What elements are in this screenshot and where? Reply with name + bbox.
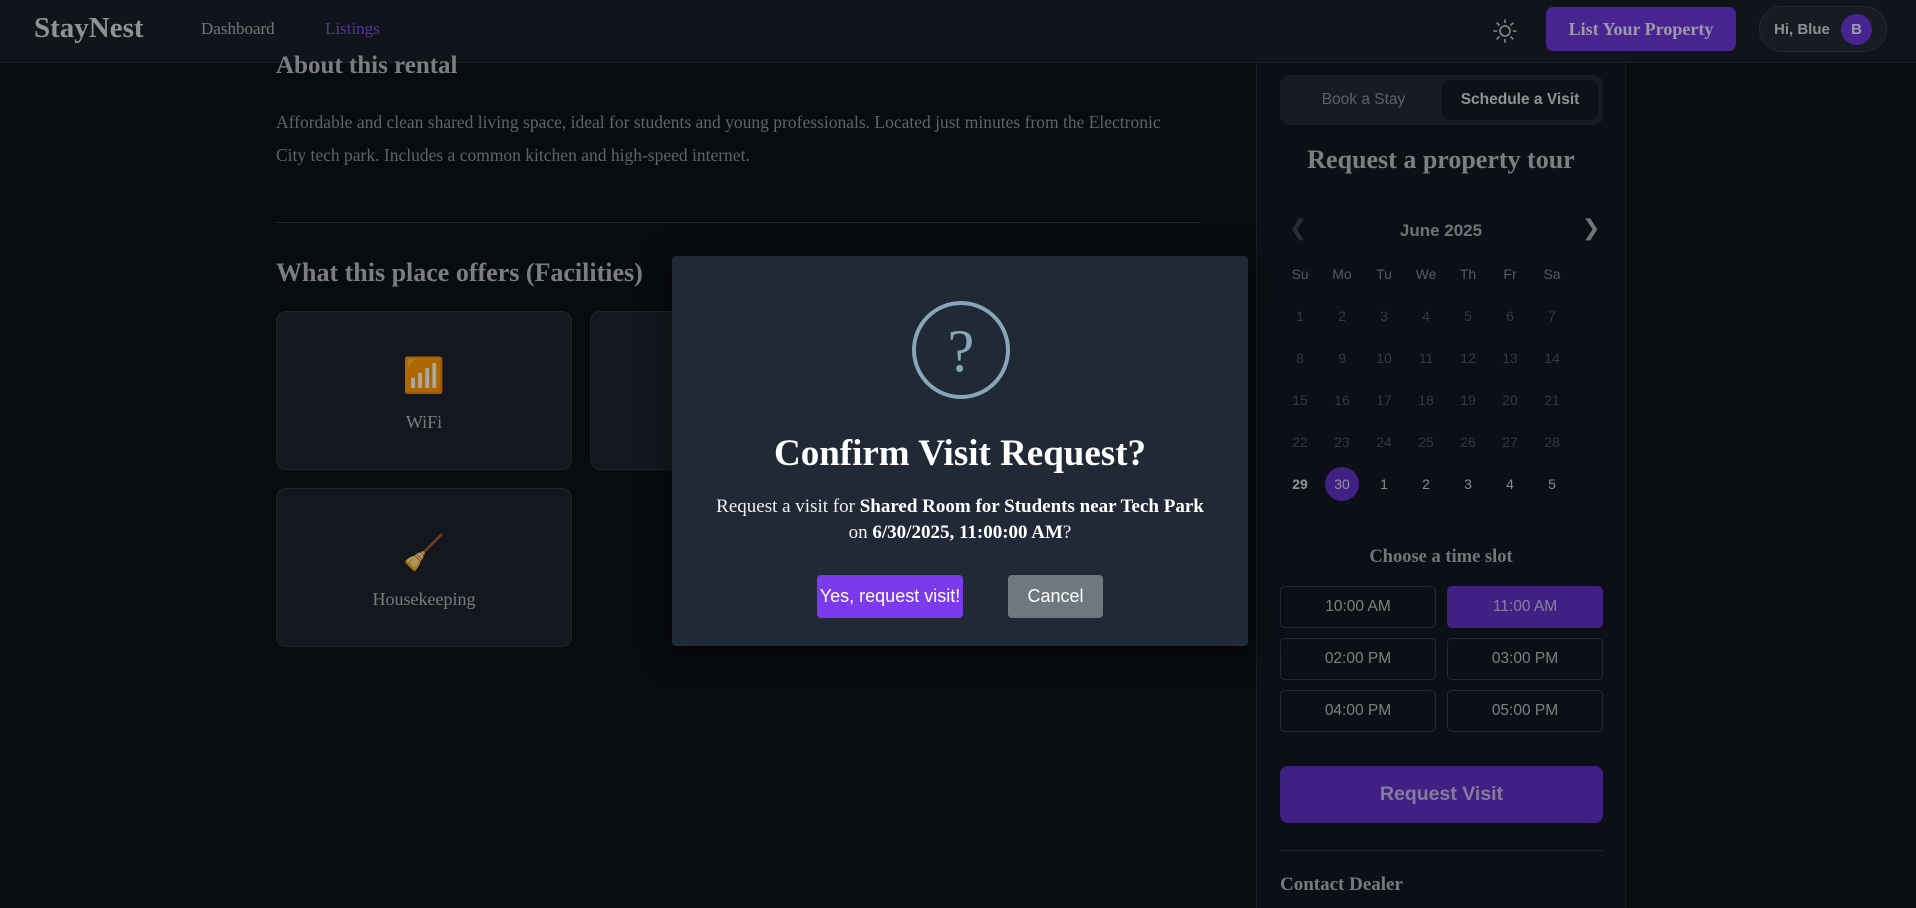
message-prefix: Request a visit for bbox=[716, 496, 860, 517]
property-name: Shared Room for Students near Tech Park bbox=[859, 496, 1204, 517]
dialog-message: Request a visit for Shared Room for Stud… bbox=[712, 494, 1208, 546]
message-mid: on bbox=[848, 522, 873, 543]
dialog-title: Confirm Visit Request? bbox=[773, 433, 1147, 474]
message-suffix: ? bbox=[1062, 522, 1072, 543]
cancel-button[interactable]: Cancel bbox=[1008, 575, 1103, 618]
confirm-button[interactable]: Yes, request visit! bbox=[817, 575, 963, 618]
confirm-visit-dialog: ? Confirm Visit Request? Request a visit… bbox=[672, 256, 1248, 646]
visit-datetime: 6/30/2025, 11:00:00 AM bbox=[872, 522, 1063, 543]
question-icon: ? bbox=[912, 301, 1010, 399]
